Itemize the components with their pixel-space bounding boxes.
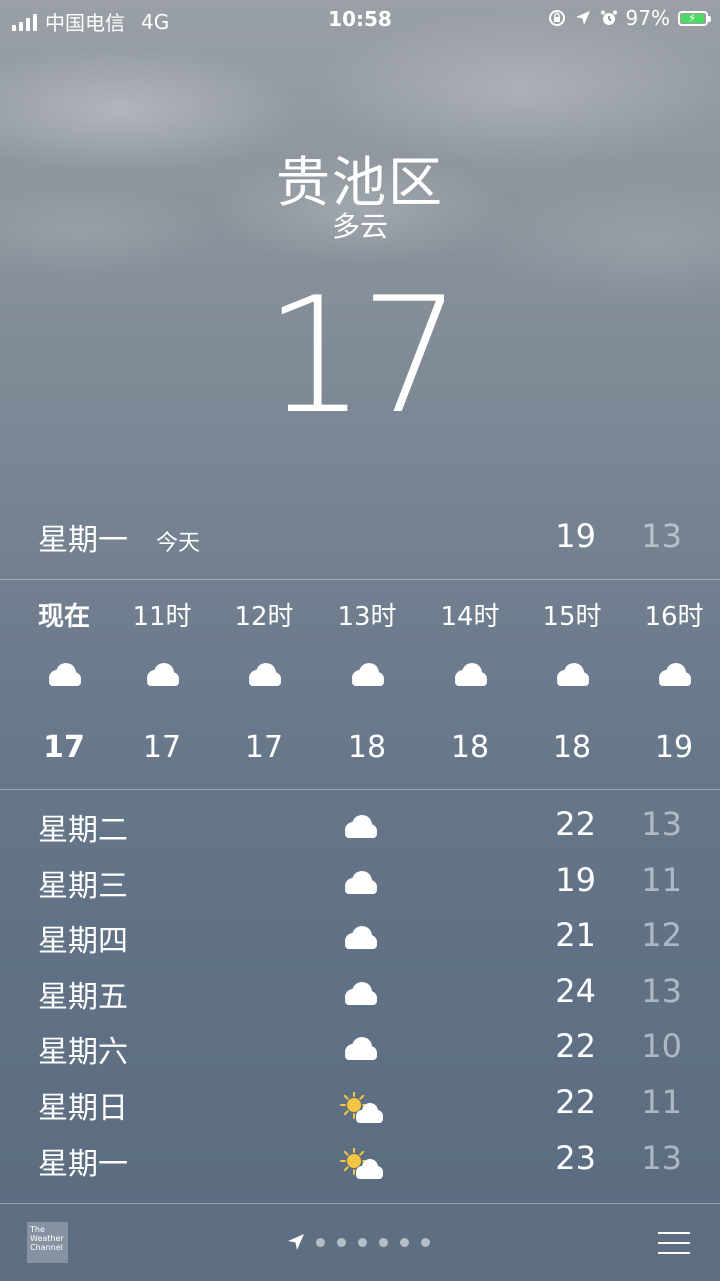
day-name: 星期三 — [38, 868, 128, 904]
hour-temp: 17 — [43, 730, 85, 765]
today-label: 今天 — [156, 531, 201, 556]
today-low: 13 — [641, 517, 682, 555]
cloud-icon — [345, 815, 377, 838]
day-name: 星期一 — [38, 1146, 128, 1182]
hour-temp: 18 — [450, 730, 490, 765]
daily-row: 星期四 21 12 — [38, 911, 682, 967]
current-temperature: 17 — [264, 262, 462, 449]
bottom-toolbar: The Weather Channel — [0, 1203, 720, 1281]
day-high: 22 — [555, 805, 596, 843]
hour-temp: 18 — [347, 730, 387, 765]
partly-sunny-icon — [340, 1146, 383, 1179]
day-name: 星期四 — [38, 924, 128, 960]
day-icon-wrap — [340, 981, 384, 1013]
cloud-icon — [345, 870, 377, 894]
day-icon-wrap — [340, 1146, 384, 1180]
daily-row: 星期五 24 13 — [38, 967, 682, 1023]
daily-row: 星期日 22 11 — [38, 1078, 682, 1134]
cloud-icon — [249, 663, 281, 686]
day-icon-wrap — [340, 1090, 384, 1124]
divider — [0, 789, 720, 790]
day-high: 22 — [555, 1027, 596, 1066]
hour-temp: 17 — [244, 730, 284, 765]
hour-icon-wrap — [450, 662, 490, 690]
day-low: 13 — [641, 971, 682, 1010]
day-low: 13 — [641, 1138, 682, 1177]
cloud-icon — [345, 981, 377, 1005]
hour-label: 14时 — [440, 602, 500, 632]
list-icon[interactable] — [658, 1232, 690, 1254]
hour-icon-wrap — [244, 662, 284, 690]
daily-row: 星期二 22 13 — [38, 800, 682, 856]
day-name: 星期六 — [38, 1035, 128, 1071]
hour-icon-wrap — [654, 662, 694, 690]
hourly-forecast[interactable]: 现在 17 11时 17 12时 17 13时 18 14时 18 15时 18 16时 19 — [0, 580, 720, 790]
page-dot[interactable] — [316, 1237, 325, 1247]
day-icon-wrap — [340, 870, 384, 902]
daily-row: 星期一 23 13 — [38, 1134, 682, 1190]
hour-icon-wrap — [44, 662, 84, 690]
weather-channel-logo-icon[interactable]: The Weather Channel — [27, 1222, 68, 1263]
cloud-icon — [659, 663, 691, 686]
day-name: 星期日 — [38, 1090, 128, 1126]
day-icon-wrap — [340, 1036, 384, 1068]
weather-condition: 多云 — [331, 210, 388, 243]
hour-label: 16时 — [644, 602, 704, 632]
daily-row: 星期六 22 10 — [38, 1022, 682, 1078]
day-high: 21 — [555, 916, 596, 955]
cloud-icon — [557, 663, 589, 686]
hour-temp: 18 — [552, 730, 592, 765]
today-summary-row: 星期一 今天 19 13 — [38, 515, 682, 561]
day-low: 11 — [641, 860, 682, 899]
day-name: 星期五 — [38, 979, 128, 1015]
cloud-icon — [147, 663, 179, 686]
page-dot[interactable] — [337, 1237, 346, 1247]
rotation-lock-icon — [548, 10, 565, 26]
day-high: 23 — [555, 1138, 596, 1177]
hour-icon-wrap — [552, 662, 592, 690]
location-arrow-icon — [575, 11, 590, 25]
alarm-icon — [600, 10, 617, 25]
day-high: 22 — [555, 1082, 596, 1121]
partly-sunny-icon — [340, 1090, 383, 1123]
hour-label: 15时 — [542, 602, 602, 632]
daily-row: 星期三 19 11 — [38, 856, 682, 912]
hour-label: 12时 — [234, 602, 294, 632]
day-low: 11 — [641, 1082, 682, 1121]
cloud-icon — [455, 663, 487, 686]
day-name: 星期二 — [38, 813, 128, 848]
cloud-icon — [345, 926, 377, 950]
hour-temp: 19 — [654, 730, 694, 765]
location-arrow-icon — [288, 1234, 304, 1250]
battery-charging-icon: ⚡ — [678, 10, 711, 26]
day-high: 19 — [555, 860, 596, 899]
page-dot[interactable] — [358, 1237, 367, 1247]
day-low: 12 — [641, 916, 682, 955]
today-high: 19 — [555, 517, 596, 555]
page-indicator[interactable] — [286, 1232, 430, 1252]
cloud-icon — [352, 663, 384, 686]
hour-temp: 17 — [142, 730, 182, 765]
hour-icon-wrap — [142, 662, 182, 690]
battery-percent: 97% — [625, 6, 670, 30]
day-icon-wrap — [340, 814, 384, 846]
day-high: 24 — [555, 971, 596, 1010]
daily-forecast[interactable]: 星期二 22 13 星期三 19 11 星期四 21 12 星期五 24 13 星期六 22 10 星期日 22… — [38, 800, 682, 1189]
day-low: 10 — [641, 1027, 682, 1066]
hour-icon-wrap — [347, 662, 387, 690]
hour-label: 13时 — [337, 602, 397, 632]
page-dot[interactable] — [421, 1237, 430, 1247]
page-dot[interactable] — [379, 1237, 388, 1247]
hour-label: 现在 — [37, 602, 90, 632]
day-low: 13 — [641, 805, 682, 843]
status-bar: 中国电信 4G 10:58 97% ⚡ — [0, 0, 720, 38]
cloud-icon — [345, 1037, 377, 1061]
page-dot[interactable] — [400, 1237, 409, 1247]
today-day: 星期一 — [38, 523, 128, 558]
day-icon-wrap — [340, 925, 384, 957]
hour-label: 11时 — [132, 602, 192, 632]
cloud-icon — [49, 663, 81, 686]
